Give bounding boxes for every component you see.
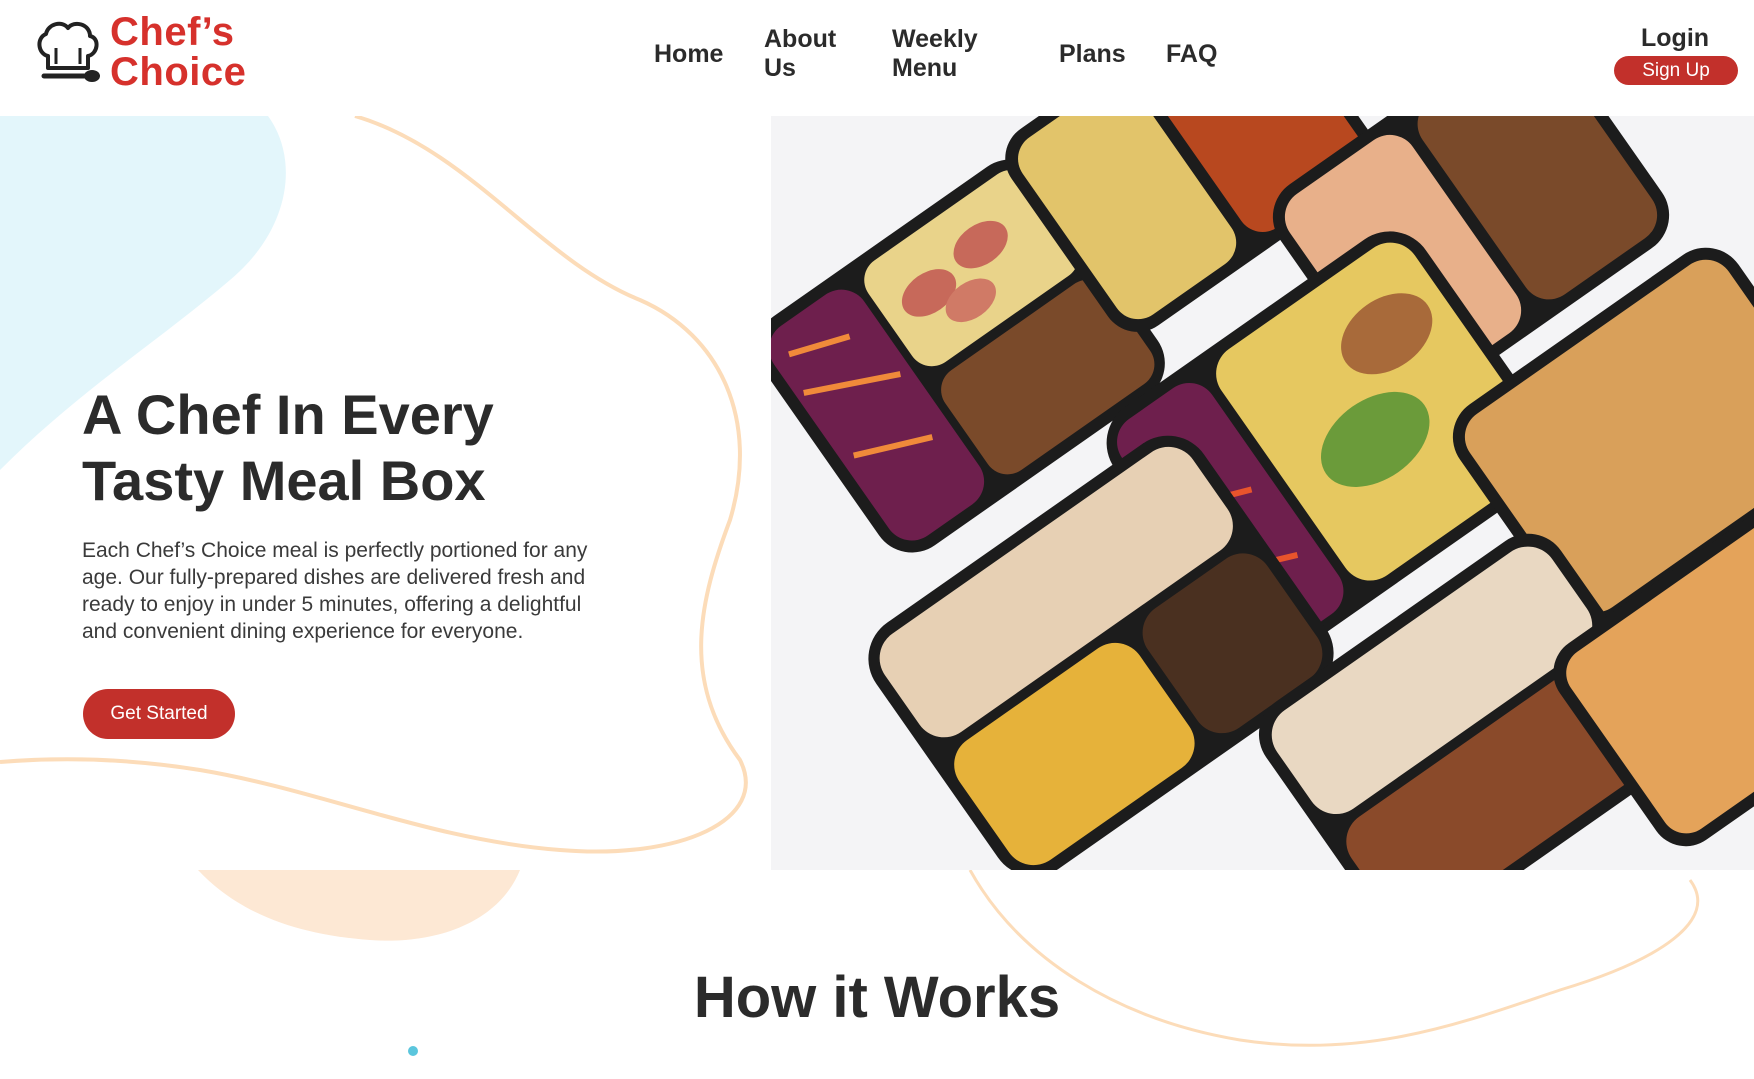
- peach-blob: [198, 870, 520, 941]
- brand-name-line2: Choice: [110, 50, 247, 94]
- nav-faq-link[interactable]: FAQ: [1166, 40, 1217, 69]
- nav-about-line1: About: [764, 25, 837, 53]
- nav-home-link[interactable]: Home: [654, 40, 723, 69]
- get-started-button[interactable]: Get Started: [83, 689, 235, 739]
- landing-page: Chef’s Choice Home About Us Weekly Menu …: [0, 0, 1754, 1079]
- nav-weekly-line2: Menu: [892, 54, 958, 82]
- chef-hat-icon: [37, 21, 100, 82]
- sign-up-button[interactable]: Sign Up: [1614, 56, 1738, 85]
- how-it-works-title: How it Works: [693, 965, 1061, 1030]
- site-header: Chef’s Choice Home About Us Weekly Menu …: [0, 0, 1754, 116]
- hero-meal-photo: [771, 116, 1754, 870]
- brand-logo[interactable]: Chef’s Choice: [34, 12, 246, 92]
- hero-title-line1: A Chef In Every: [82, 383, 494, 446]
- nav-weekly-menu-link[interactable]: Weekly Menu: [892, 25, 1002, 83]
- nav-plans-link[interactable]: Plans: [1059, 40, 1126, 69]
- brand-name-line1: Chef’s: [110, 10, 235, 54]
- nav-weekly-line1: Weekly: [892, 25, 978, 53]
- brand-name: Chef’s Choice: [110, 12, 246, 92]
- meal-containers-illustration: [771, 116, 1754, 870]
- nav-about-line2: Us: [764, 54, 796, 82]
- hero-title: A Chef In Every Tasty Meal Box: [82, 382, 642, 514]
- decorative-dot: [408, 1046, 418, 1056]
- login-link[interactable]: Login: [1641, 24, 1709, 53]
- hero-title-line2: Tasty Meal Box: [82, 449, 486, 512]
- nav-about-link[interactable]: About Us: [764, 25, 864, 83]
- hero-description: Each Chef’s Choice meal is perfectly por…: [82, 539, 588, 643]
